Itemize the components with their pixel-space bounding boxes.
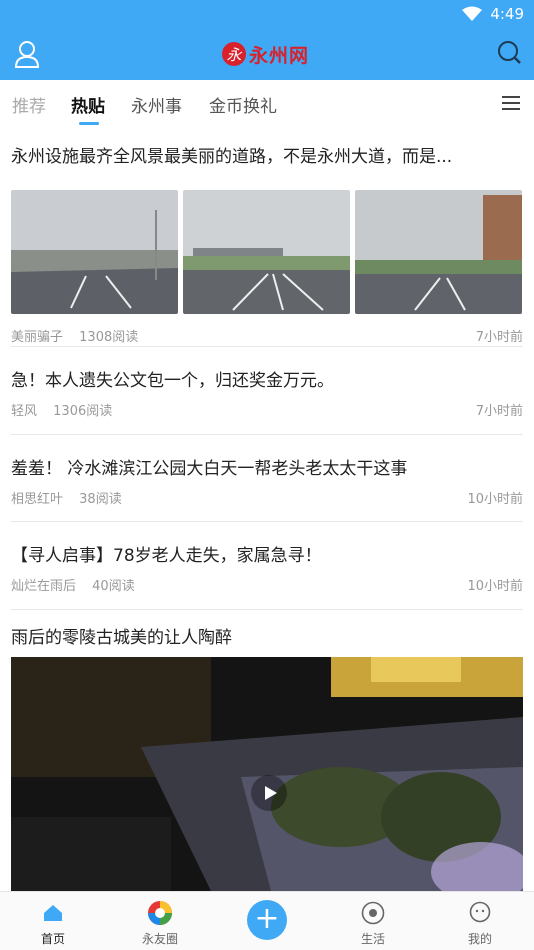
list-item[interactable]: 羞羞！ 冷水滩滨江公园大白天一帮老头老太太干这事 相思红叶 38阅读 10小时前 — [11, 454, 523, 514]
nav-label: 我的 — [467, 932, 492, 946]
logo-mark: 永 — [222, 42, 246, 66]
tab-gold-exchange[interactable]: 金币换礼 — [209, 92, 277, 117]
friends-circle-icon — [147, 900, 173, 929]
thumbnail-image — [183, 190, 350, 314]
tab-recommend[interactable]: 推荐 — [12, 92, 46, 117]
add-post-button[interactable]: + — [247, 900, 287, 940]
list-item[interactable]: 永州设施最齐全风景最美丽的道路，不是永州大道，而是... 美丽骗子 1308阅读… — [11, 142, 523, 345]
article-author: 轻风 — [11, 404, 38, 419]
user-icon[interactable] — [14, 40, 40, 72]
divider — [11, 609, 523, 610]
nav-home[interactable]: 首页 — [13, 892, 93, 950]
article-thumbnails — [11, 190, 523, 314]
status-time: 4:49 — [490, 5, 524, 23]
status-bar: 4:49 — [0, 0, 534, 28]
divider — [11, 434, 523, 435]
nav-friends-circle[interactable]: 永友圈 — [120, 892, 200, 950]
search-icon[interactable] — [496, 39, 522, 71]
article-title: 急！本人遗失公文包一个，归还奖金万元。 — [11, 371, 334, 391]
life-icon — [361, 901, 385, 928]
article-time: 7小时前 — [475, 404, 523, 419]
wifi-icon — [462, 6, 482, 26]
logo-text: 永州网 — [249, 44, 310, 67]
list-item[interactable]: 【寻人启事】78岁老人走失，家属急寻！ 灿烂在雨后 40阅读 10小时前 — [11, 541, 523, 601]
article-meta: 灿烂在雨后 40阅读 10小时前 — [11, 575, 523, 594]
app-bar: 永 永州网 — [0, 28, 534, 80]
divider — [11, 346, 523, 347]
article-meta: 相思红叶 38阅读 10小时前 — [11, 488, 523, 507]
tab-indicator — [79, 122, 99, 125]
nav-label: 永友圈 — [141, 932, 178, 946]
category-tabs: 推荐 热贴 永州事 金币换礼 — [0, 80, 534, 128]
article-author: 美丽骗子 — [11, 330, 64, 345]
nav-label: 生活 — [360, 932, 385, 946]
article-reads: 38阅读 — [79, 492, 122, 507]
article-meta: 美丽骗子 1308阅读 7小时前 — [11, 326, 523, 345]
nav-label: 首页 — [40, 932, 65, 946]
article-time: 10小时前 — [467, 579, 523, 594]
play-button[interactable] — [251, 775, 287, 811]
menu-icon[interactable] — [502, 95, 520, 115]
article-title: 永州设施最齐全风景最美丽的道路，不是永州大道，而是... — [11, 147, 453, 167]
tab-hot[interactable]: 热贴 — [71, 92, 105, 117]
list-item[interactable]: 急！本人遗失公文包一个，归还奖金万元。 轻风 1306阅读 7小时前 — [11, 366, 523, 426]
app-logo: 永 永州网 — [222, 40, 309, 68]
article-title: 羞羞！ 冷水滩滨江公园大白天一帮老头老太太干这事 — [11, 459, 408, 479]
article-author: 灿烂在雨后 — [11, 579, 77, 594]
nav-life[interactable]: 生活 — [333, 892, 413, 950]
article-title: 【寻人启事】78岁老人走失，家属急寻！ — [11, 546, 322, 566]
thumbnail-image — [355, 190, 522, 314]
article-time: 10小时前 — [467, 492, 523, 507]
divider — [11, 521, 523, 522]
nav-me[interactable]: 我的 — [440, 892, 520, 950]
article-reads: 1308阅读 — [79, 330, 139, 345]
thumbnail-image — [11, 190, 178, 314]
article-reads: 40阅读 — [92, 579, 135, 594]
home-icon — [43, 904, 63, 925]
article-reads: 1306阅读 — [53, 404, 113, 419]
article-meta: 轻风 1306阅读 7小时前 — [11, 400, 523, 419]
article-time: 7小时前 — [475, 330, 523, 345]
video-thumbnail[interactable] — [11, 657, 523, 891]
tab-yongzhou[interactable]: 永州事 — [131, 92, 182, 117]
article-title: 雨后的零陵古城美的让人陶醉 — [11, 628, 232, 648]
list-item[interactable]: 雨后的零陵古城美的让人陶醉 — [11, 623, 523, 653]
article-author: 相思红叶 — [11, 492, 64, 507]
me-icon — [469, 901, 491, 926]
